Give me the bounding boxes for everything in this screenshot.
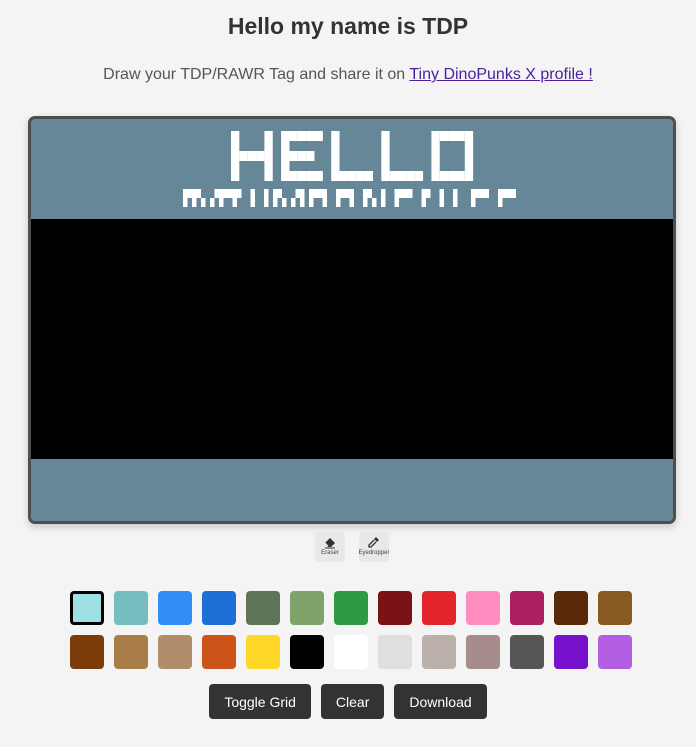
hello-pixel-text	[231, 131, 474, 181]
eyedropper-label: Eyedropper	[358, 550, 390, 556]
download-button[interactable]: Download	[394, 684, 487, 719]
color-swatch[interactable]	[202, 635, 236, 669]
color-swatch[interactable]	[422, 635, 456, 669]
clear-button[interactable]: Clear	[320, 684, 385, 719]
subtitle-text: Draw your TDP/RAWR Tag and share it on	[103, 66, 410, 83]
color-swatch[interactable]	[466, 591, 500, 625]
name-tag-canvas[interactable]	[28, 116, 676, 524]
color-swatch[interactable]	[70, 635, 104, 669]
color-swatch[interactable]	[334, 635, 368, 669]
drawing-area[interactable]	[31, 219, 673, 459]
color-swatch[interactable]	[114, 635, 148, 669]
color-swatch[interactable]	[158, 635, 192, 669]
color-swatch[interactable]	[554, 635, 588, 669]
page-subtitle: Draw your TDP/RAWR Tag and share it on T…	[0, 66, 696, 84]
eraser-button[interactable]: Eraser	[315, 532, 345, 562]
color-swatch[interactable]	[510, 635, 544, 669]
color-palette	[70, 591, 632, 669]
dinopunks-profile-link[interactable]: Tiny DinoPunks X profile !	[409, 66, 592, 83]
color-swatch[interactable]	[290, 635, 324, 669]
color-swatch[interactable]	[246, 635, 280, 669]
color-swatch[interactable]	[334, 591, 368, 625]
color-swatch[interactable]	[378, 591, 412, 625]
tag-header	[31, 119, 673, 219]
color-swatch[interactable]	[202, 591, 236, 625]
color-swatch[interactable]	[114, 591, 148, 625]
eraser-label: Eraser	[321, 550, 339, 556]
hello-my-name-is-header-art	[183, 131, 516, 207]
color-swatch[interactable]	[246, 591, 280, 625]
toggle-grid-button[interactable]: Toggle Grid	[209, 684, 311, 719]
color-swatch[interactable]	[422, 591, 456, 625]
page-title: Hello my name is TDP	[227, 13, 469, 39]
action-buttons: Toggle Grid Clear Download	[0, 684, 696, 719]
color-swatch[interactable]	[158, 591, 192, 625]
eyedropper-icon	[368, 537, 379, 548]
tag-footer	[31, 459, 673, 521]
color-swatch[interactable]	[70, 591, 104, 625]
color-swatch[interactable]	[598, 591, 632, 625]
tool-bar: Eraser Eyedropper	[0, 532, 696, 564]
eraser-icon	[324, 538, 335, 549]
color-swatch[interactable]	[554, 591, 588, 625]
my-name-is-pixel-text	[183, 189, 516, 207]
eyedropper-button[interactable]: Eyedropper	[358, 532, 390, 562]
color-swatch[interactable]	[510, 591, 544, 625]
color-swatch[interactable]	[378, 635, 412, 669]
color-swatch[interactable]	[290, 591, 324, 625]
color-swatch[interactable]	[466, 635, 500, 669]
color-swatch[interactable]	[598, 635, 632, 669]
